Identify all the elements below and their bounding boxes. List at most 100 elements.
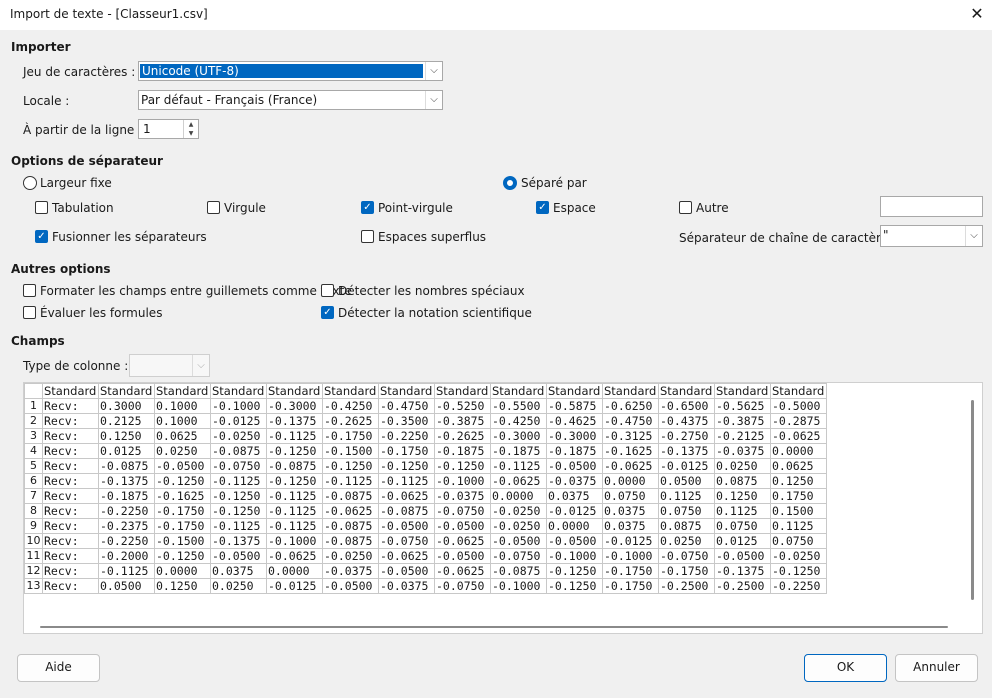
separated-by-radio[interactable]	[503, 176, 517, 190]
close-icon[interactable]: ✕	[966, 3, 988, 25]
column-header[interactable]: Standard	[490, 383, 547, 399]
space-label: Espace	[553, 201, 596, 215]
table-cell: -0.1250	[546, 563, 603, 579]
comma-checkbox[interactable]	[207, 201, 220, 214]
table-cell: -0.1250	[266, 473, 323, 489]
column-type-combo[interactable]: ⌵	[129, 354, 210, 377]
chevron-down-icon[interactable]: ⌵	[965, 226, 982, 246]
table-cell: -0.5625	[714, 398, 771, 414]
table-cell: -0.1500	[322, 443, 379, 459]
table-cell: -0.2250	[98, 533, 155, 549]
table-cell: -0.1250	[154, 548, 211, 564]
table-cell: -0.0625	[490, 473, 547, 489]
table-cell: -0.1250	[434, 458, 491, 474]
table-row: 4 Recv: 0.0125 0.0250 -0.0875 -0.1250 -0.1500-…	[24, 443, 827, 459]
column-header[interactable]: Standard	[714, 383, 771, 399]
table-cell: -0.0625	[322, 503, 379, 519]
table-cell: 0.0250	[714, 458, 771, 474]
charset-value: Unicode (UTF-8)	[140, 64, 423, 78]
table-cell: -0.0500	[210, 548, 267, 564]
semicolon-checkbox[interactable]: ✓	[361, 201, 374, 214]
merge-checkbox[interactable]: ✓	[35, 230, 48, 243]
table-row: 8 Recv: -0.2250 -0.1750 -0.1250 -0.1125 -0.062…	[24, 503, 827, 519]
chevron-down-icon[interactable]: ⌵	[425, 62, 442, 80]
fixed-width-radio[interactable]	[23, 176, 37, 190]
column-header[interactable]: Standard	[770, 383, 827, 399]
table-cell: -0.0375	[378, 578, 435, 594]
other-checkbox[interactable]	[679, 201, 692, 214]
table-cell: 0.0500	[98, 578, 155, 594]
table-cell: 0.1125	[770, 518, 827, 534]
table-cell: -0.1250	[266, 443, 323, 459]
eval-formulas-checkbox[interactable]	[23, 306, 36, 319]
detect-scientific-checkbox[interactable]: ✓	[321, 306, 334, 319]
table-cell: -0.5875	[546, 398, 603, 414]
column-header[interactable]: Standard	[546, 383, 603, 399]
table-cell: -0.1125	[378, 473, 435, 489]
ok-button[interactable]: OK	[804, 654, 887, 682]
quoted-as-text-checkbox[interactable]	[23, 284, 36, 297]
help-button[interactable]: Aide	[17, 654, 100, 682]
string-delimiter-combo[interactable]: " ⌵	[880, 225, 983, 247]
column-header[interactable]: Standard	[658, 383, 715, 399]
table-cell: -0.0375	[434, 488, 491, 504]
table-cell: -0.1125	[210, 473, 267, 489]
table-cell: 0.0250	[658, 533, 715, 549]
table-cell: 0.0000	[154, 563, 211, 579]
table-cell: -0.0625	[378, 548, 435, 564]
vertical-scrollbar[interactable]	[971, 400, 974, 600]
table-cell: 0.3000	[98, 398, 155, 414]
column-header[interactable]: Standard	[154, 383, 211, 399]
table-cell: -0.1125	[210, 518, 267, 534]
space-checkbox[interactable]: ✓	[536, 201, 549, 214]
charset-combo[interactable]: Unicode (UTF-8) ⌵	[138, 61, 443, 81]
table-cell: -0.0250	[490, 503, 547, 519]
locale-label: Locale :	[23, 94, 70, 108]
table-cell: -0.3875	[714, 413, 771, 429]
table-cell: 0.0625	[770, 458, 827, 474]
column-header[interactable]: Standard	[98, 383, 155, 399]
table-cell: 0.0625	[154, 428, 211, 444]
trim-spaces-checkbox[interactable]	[361, 230, 374, 243]
table-cell: -0.0250	[210, 428, 267, 444]
row-number: 8	[24, 503, 43, 519]
table-cell: -0.1125	[266, 428, 323, 444]
table-cell: Recv:	[42, 518, 99, 534]
table-cell: Recv:	[42, 488, 99, 504]
data-preview[interactable]: Standard Standard Standard Standard Standard…	[23, 382, 983, 634]
table-cell: -0.0375	[322, 563, 379, 579]
column-header[interactable]: Standard	[602, 383, 659, 399]
locale-combo[interactable]: Par défaut - Français (France) ⌵	[138, 90, 443, 110]
column-header[interactable]: Standard	[210, 383, 267, 399]
chevron-down-icon[interactable]: ⌵	[425, 91, 442, 109]
table-cell: 0.2125	[98, 413, 155, 429]
table-cell: -0.0500	[322, 578, 379, 594]
column-type-label: Type de colonne :	[23, 359, 129, 373]
tab-checkbox[interactable]	[35, 201, 48, 214]
table-cell: -0.1375	[98, 473, 155, 489]
tab-label: Tabulation	[52, 201, 114, 215]
table-cell: -0.4625	[546, 413, 603, 429]
cancel-button[interactable]: Annuler	[895, 654, 978, 682]
table-cell: -0.0500	[546, 533, 603, 549]
detect-special-checkbox[interactable]	[321, 284, 334, 297]
table-cell: -0.1000	[602, 548, 659, 564]
separator-section-title: Options de séparateur	[11, 154, 163, 168]
column-header[interactable]: Standard	[322, 383, 379, 399]
column-header[interactable]: Standard	[434, 383, 491, 399]
spin-down-icon[interactable]: ▼	[184, 129, 198, 138]
other-input[interactable]	[880, 196, 983, 217]
column-header[interactable]: Standard	[42, 383, 99, 399]
horizontal-scrollbar[interactable]	[40, 626, 948, 628]
from-line-spinner[interactable]: 1 ▲ ▼	[138, 119, 199, 139]
locale-value: Par défaut - Français (France)	[141, 93, 318, 107]
table-cell: 0.0750	[658, 503, 715, 519]
table-cell: -0.1375	[658, 443, 715, 459]
chevron-down-icon[interactable]: ⌵	[192, 355, 209, 376]
column-header[interactable]: Standard	[378, 383, 435, 399]
column-header[interactable]: Standard	[266, 383, 323, 399]
table-cell: -0.1750	[602, 578, 659, 594]
spin-up-icon[interactable]: ▲	[184, 120, 198, 129]
trim-spaces-label: Espaces superflus	[378, 230, 487, 244]
table-cell: -0.1875	[490, 443, 547, 459]
